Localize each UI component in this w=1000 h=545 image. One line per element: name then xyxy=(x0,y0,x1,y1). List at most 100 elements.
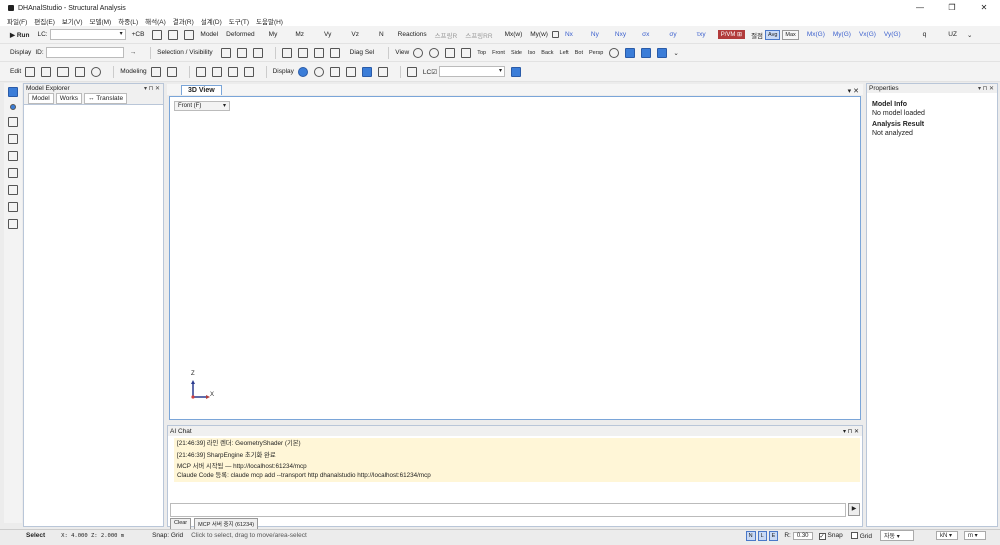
render-sphere-icon[interactable] xyxy=(609,47,620,58)
viewport-canvas[interactable]: Front (F) ▾ Z X xyxy=(169,96,861,420)
hide-icon[interactable] xyxy=(297,47,308,58)
result-reactions[interactable]: Reactions xyxy=(398,31,427,38)
menu-model[interactable]: 모델(M) xyxy=(90,16,112,26)
menu-edit[interactable]: 편집(E) xyxy=(34,16,55,26)
result-mx-w[interactable]: Mx(w) xyxy=(505,31,523,38)
length-unit-select[interactable]: m ▾ xyxy=(964,531,986,540)
select-all-icon[interactable] xyxy=(220,47,231,58)
avg-button[interactable]: Avg xyxy=(765,29,781,40)
view-front[interactable]: Front xyxy=(492,50,505,56)
link-icon[interactable] xyxy=(166,66,177,77)
pointer-icon[interactable] xyxy=(8,87,18,97)
view-iso[interactable]: Iso xyxy=(528,50,535,56)
menu-file[interactable]: 파일(F) xyxy=(7,16,27,26)
status-l-icon[interactable]: L xyxy=(757,530,767,541)
result-ny[interactable]: Ny xyxy=(591,31,599,38)
view-close-button[interactable]: ▾ ✕ xyxy=(848,87,859,95)
tab-3d-view[interactable]: 3D View xyxy=(181,85,222,95)
result-n[interactable]: N xyxy=(379,31,384,38)
grid-checkbox[interactable]: Grid xyxy=(850,531,872,540)
result-uz[interactable]: UZ xyxy=(948,31,957,38)
result-sx[interactable]: σx xyxy=(642,31,649,38)
view-persp[interactable]: Persp xyxy=(589,50,603,56)
split-icon[interactable] xyxy=(75,66,86,77)
view-direction-select[interactable]: Front (F) ▾ xyxy=(174,101,230,111)
cb-button[interactable]: +CB xyxy=(132,31,145,38)
close-button[interactable]: ✕ xyxy=(968,0,1000,16)
pen-icon[interactable] xyxy=(329,66,340,77)
support-tool-icon[interactable] xyxy=(8,151,18,161)
result-vx-g[interactable]: Vx(G) xyxy=(859,31,876,38)
zoom-in-icon[interactable] xyxy=(413,47,424,58)
snap-checkbox[interactable]: ✓ Snap xyxy=(818,532,843,540)
box-display-icon[interactable] xyxy=(345,66,356,77)
result-my-w[interactable]: My(w) xyxy=(530,31,548,38)
panel-buttons[interactable]: ▾ ⊓ ✕ xyxy=(144,85,160,92)
tab-translate[interactable]: ↔ Translate xyxy=(84,93,128,104)
panel-buttons[interactable]: ▾ ⊓ ✕ xyxy=(978,85,994,92)
frame-icon[interactable] xyxy=(657,47,668,58)
go-arrow-button[interactable]: → xyxy=(130,49,137,56)
chat-input[interactable] xyxy=(170,503,846,517)
node-icon[interactable] xyxy=(150,66,161,77)
menu-design[interactable]: 설계(D) xyxy=(201,16,222,26)
send-button[interactable]: ▶ xyxy=(848,503,860,516)
truss-icon[interactable] xyxy=(211,66,222,77)
array-icon[interactable] xyxy=(57,66,70,77)
zoom-fit-icon[interactable] xyxy=(461,47,472,58)
result-spring-r[interactable]: 스프링R xyxy=(435,30,458,40)
eraser-icon[interactable] xyxy=(313,47,324,58)
result-q[interactable]: q xyxy=(923,31,927,38)
beam-icon[interactable] xyxy=(195,66,206,77)
result-my[interactable]: My xyxy=(269,31,278,38)
view-bot[interactable]: Bot xyxy=(575,50,583,56)
result-vy-g[interactable]: Vy(G) xyxy=(884,31,901,38)
panel-buttons[interactable]: ▾ ⊓ ✕ xyxy=(843,428,859,435)
menu-load[interactable]: 하중(L) xyxy=(118,16,138,26)
lc-check-label[interactable]: LC☑ xyxy=(423,68,437,76)
result-my-g[interactable]: My(G) xyxy=(833,31,851,38)
result-txy[interactable]: τxy xyxy=(697,31,706,38)
person-icon[interactable] xyxy=(641,47,652,58)
cross-box-icon[interactable] xyxy=(377,66,388,77)
diag-sel-button[interactable]: Diag Sel xyxy=(350,49,375,56)
result-model[interactable]: Model xyxy=(200,31,218,38)
lc-display-select[interactable]: ▾ xyxy=(439,66,506,77)
lang-select[interactable]: 자동 ▾ xyxy=(880,530,914,541)
view-side[interactable]: Side xyxy=(511,50,522,56)
move-icon[interactable] xyxy=(25,66,36,77)
minimize-button[interactable]: — xyxy=(904,0,936,16)
grid-icon[interactable] xyxy=(184,29,195,40)
result-sy[interactable]: σy xyxy=(669,31,676,38)
rotate-icon[interactable] xyxy=(91,66,102,77)
select-node-icon[interactable] xyxy=(236,47,247,58)
view-left[interactable]: Left xyxy=(560,50,569,56)
result-deformed[interactable]: Deformed xyxy=(226,31,255,38)
r-input[interactable]: 0.30 xyxy=(792,531,813,540)
status-n-icon[interactable]: N xyxy=(745,530,756,541)
view-back[interactable]: Back xyxy=(541,50,553,56)
result-nxy[interactable]: Nxy xyxy=(615,31,626,38)
zoom-out-icon[interactable] xyxy=(429,47,440,58)
zoom-window-icon[interactable] xyxy=(445,47,456,58)
wire-triangle-icon[interactable] xyxy=(625,47,636,58)
deselect-icon[interactable] xyxy=(252,47,263,58)
tab-works[interactable]: Works xyxy=(55,93,83,104)
lc-list-icon[interactable] xyxy=(406,66,417,77)
down-arrow-icon[interactable] xyxy=(361,66,372,77)
result-nx[interactable]: Nx xyxy=(565,31,573,38)
toolbar-overflow-icon[interactable]: ⌄ xyxy=(967,31,972,39)
frame-box-icon[interactable] xyxy=(243,66,254,77)
pvm-button[interactable]: P/VM ⊞ xyxy=(717,30,746,39)
status-e-icon[interactable]: E xyxy=(768,530,779,541)
lc-select[interactable]: ▾ xyxy=(49,29,126,40)
result-vy[interactable]: Vy xyxy=(324,31,331,38)
chart-icon[interactable] xyxy=(168,29,179,40)
max-button[interactable]: Max xyxy=(782,29,799,40)
run-button[interactable]: ▶ Run xyxy=(10,31,29,39)
outline-display-icon[interactable] xyxy=(313,66,324,77)
toolbar-overflow-icon[interactable]: ⌄ xyxy=(673,49,678,57)
undo-icon[interactable] xyxy=(8,202,18,212)
mirror-icon[interactable] xyxy=(329,47,340,58)
plate-tool-icon[interactable] xyxy=(8,134,18,144)
